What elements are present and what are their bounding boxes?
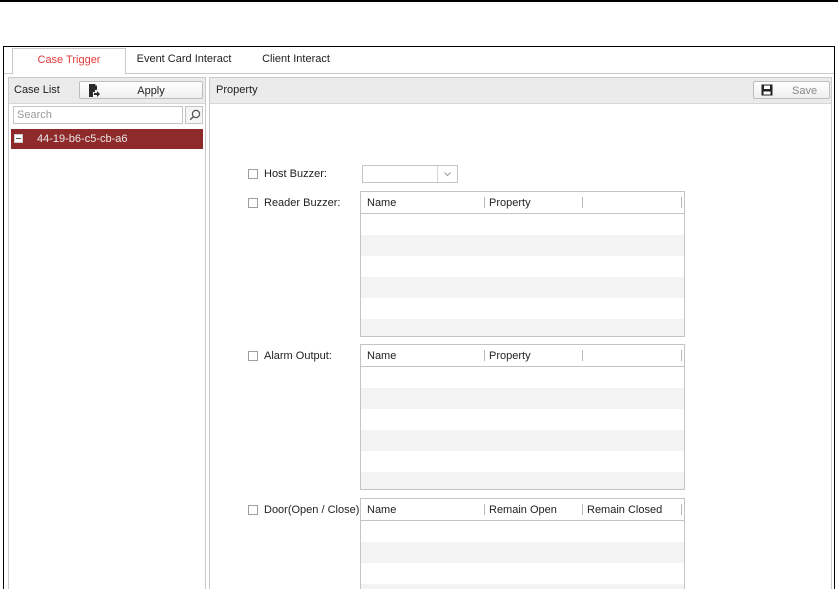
save-button-label: Save <box>792 85 818 97</box>
table-row[interactable] <box>361 319 684 336</box>
column-separator <box>582 197 583 208</box>
save-button[interactable]: Save <box>753 81 830 99</box>
table-row[interactable] <box>361 542 684 563</box>
collapse-toggle-icon[interactable] <box>14 134 23 143</box>
column-header-remain-open: Remain Open <box>489 504 557 516</box>
search-icon <box>189 109 201 121</box>
column-separator <box>484 197 485 208</box>
property-header: Property Save <box>210 78 831 104</box>
table-header: Name Remain Open Remain Closed <box>361 499 684 521</box>
column-header-name: Name <box>367 504 397 516</box>
column-separator <box>484 504 485 515</box>
column-separator <box>681 197 682 208</box>
door-label: Door(Open / Close): <box>264 504 363 516</box>
table-header: Name Property <box>361 345 684 367</box>
host-buzzer-label: Host Buzzer: <box>264 168 327 180</box>
alarm-output-table: Name Property <box>360 344 685 490</box>
tab-event-card-interact[interactable]: Event Card Interact <box>128 48 240 72</box>
table-row[interactable] <box>361 298 684 319</box>
table-row[interactable] <box>361 451 684 472</box>
tab-case-trigger[interactable]: Case Trigger <box>12 48 126 75</box>
case-list-item[interactable]: 44-19-b6-c5-cb-a6 <box>11 129 203 149</box>
table-header: Name Property <box>361 192 684 214</box>
search-bar <box>13 106 203 124</box>
table-row[interactable] <box>361 521 684 542</box>
chevron-down-icon <box>444 172 451 177</box>
table-row[interactable] <box>361 472 684 489</box>
host-buzzer-option[interactable]: Host Buzzer: <box>248 167 358 183</box>
column-separator <box>681 350 682 361</box>
case-list-header: Case List Apply <box>9 78 205 104</box>
column-separator <box>582 504 583 515</box>
column-header-property: Property <box>489 350 531 362</box>
case-list-item-label: 44-19-b6-c5-cb-a6 <box>37 133 128 145</box>
reader-buzzer-label: Reader Buzzer: <box>264 197 341 209</box>
column-header-remain-closed: Remain Closed <box>587 504 663 516</box>
door-table: Name Remain Open Remain Closed <box>360 498 685 589</box>
column-header-name: Name <box>367 197 397 209</box>
table-row[interactable] <box>361 256 684 277</box>
apply-button[interactable]: Apply <box>79 81 203 99</box>
alarm-output-checkbox[interactable] <box>248 351 258 361</box>
table-row[interactable] <box>361 235 684 256</box>
tab-bar: Case Trigger Event Card Interact Client … <box>4 47 834 75</box>
table-row[interactable] <box>361 367 684 388</box>
alarm-output-label: Alarm Output: <box>264 350 332 362</box>
table-row[interactable] <box>361 214 684 235</box>
property-title: Property <box>216 84 258 96</box>
apply-button-label: Apply <box>137 85 165 97</box>
reader-buzzer-checkbox[interactable] <box>248 198 258 208</box>
column-header-property: Property <box>489 197 531 209</box>
dropdown-arrow[interactable] <box>437 166 457 182</box>
save-disk-icon <box>761 84 773 96</box>
tab-client-interact[interactable]: Client Interact <box>244 48 348 72</box>
table-row[interactable] <box>361 430 684 451</box>
alarm-output-option[interactable]: Alarm Output: <box>248 349 358 365</box>
case-list-panel: Case List Apply 44-19-b6-c5-cb- <box>8 77 206 589</box>
door-checkbox[interactable] <box>248 505 258 515</box>
host-buzzer-checkbox[interactable] <box>248 169 258 179</box>
column-separator <box>484 350 485 361</box>
column-header-name: Name <box>367 350 397 362</box>
search-input[interactable] <box>13 106 183 124</box>
column-separator <box>681 504 682 515</box>
table-row[interactable] <box>361 563 684 584</box>
reader-buzzer-table: Name Property <box>360 191 685 337</box>
search-button[interactable] <box>185 106 203 124</box>
property-panel: Property Save Host Buzzer: Reader Buzzer… <box>209 77 832 589</box>
door-option[interactable]: Door(Open / Close): <box>248 503 366 519</box>
case-list-title: Case List <box>14 84 60 96</box>
table-row[interactable] <box>361 409 684 430</box>
table-row[interactable] <box>361 584 684 589</box>
table-row[interactable] <box>361 388 684 409</box>
column-separator <box>582 350 583 361</box>
app-window: Case Trigger Event Card Interact Client … <box>3 46 835 589</box>
host-buzzer-select[interactable] <box>362 165 458 183</box>
reader-buzzer-option[interactable]: Reader Buzzer: <box>248 196 358 212</box>
table-row[interactable] <box>361 277 684 298</box>
page-top-rule <box>0 0 838 2</box>
